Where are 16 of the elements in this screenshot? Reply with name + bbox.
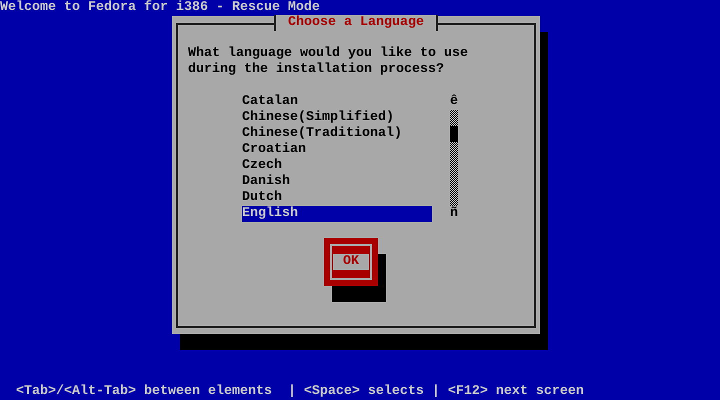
language-item[interactable]: Croatian <box>242 142 432 158</box>
prompt-text: What language would you like to use <box>188 46 469 62</box>
language-item[interactable]: Chinese(Simplified) <box>242 110 432 126</box>
scrollbar[interactable] <box>450 110 458 206</box>
title-text: Welcome to Fedora for i386 - Rescue Mode <box>0 0 320 15</box>
dialog-title: Choose a Language <box>274 15 438 31</box>
language-item[interactable]: Catalan <box>242 94 432 110</box>
language-item[interactable]: Dutch <box>242 190 432 206</box>
language-item[interactable]: Czech <box>242 158 432 174</box>
scroll-down-arrow[interactable]: ñ <box>450 206 458 222</box>
prompt-text: during the installation process? <box>188 62 445 78</box>
language-item[interactable]: Danish <box>242 174 432 190</box>
language-item[interactable]: Chinese(Traditional) <box>242 126 432 142</box>
language-item[interactable]: English <box>242 206 432 222</box>
help-line: <Tab>/<Alt-Tab> between elements | <Space> selects | <F12> next screen <box>15 384 585 400</box>
scroll-up-arrow[interactable]: ê <box>450 94 458 110</box>
